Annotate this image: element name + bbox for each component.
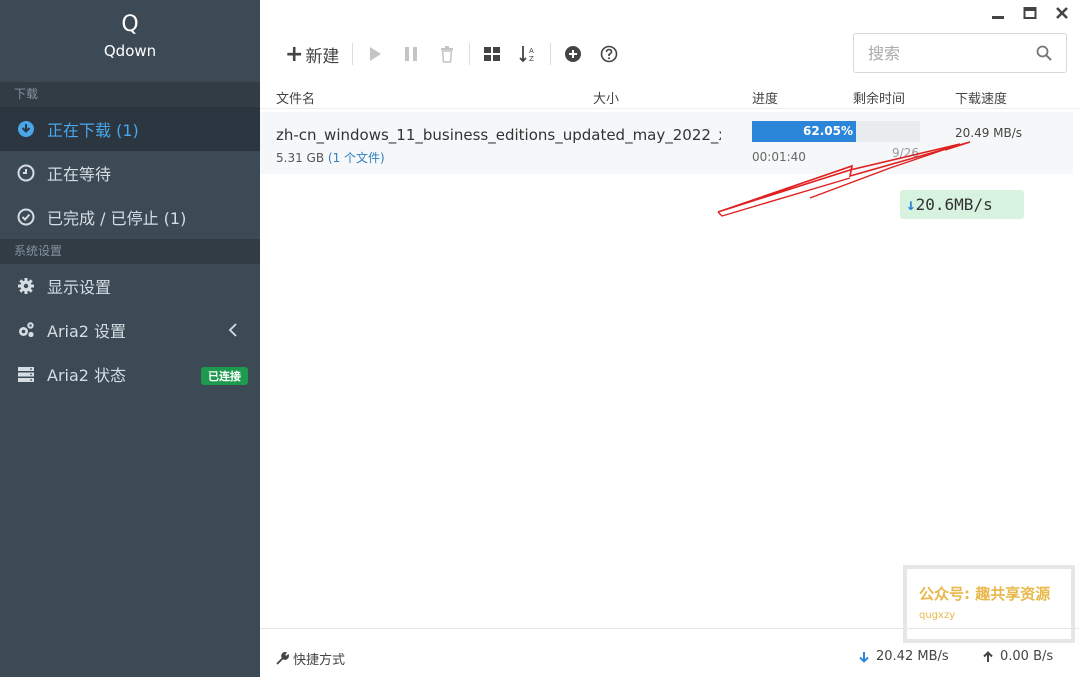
column-remaining[interactable]: 剩余时间 — [853, 88, 905, 107]
column-name[interactable]: 文件名 — [276, 88, 315, 107]
total-download-speed-value: 20.42 MB/s — [876, 649, 949, 664]
plus-circle-icon — [565, 46, 582, 62]
download-circle-icon — [16, 119, 36, 139]
select-all-button[interactable] — [474, 37, 510, 71]
speed-overlay-value: 20.6MB/s — [915, 195, 993, 214]
section-header-settings: 系统设置 — [0, 239, 260, 264]
search-icon — [1036, 45, 1052, 61]
section-header-download: 下载 — [0, 82, 260, 107]
logo-letter: Q — [121, 12, 139, 37]
trash-icon — [441, 46, 454, 63]
arrow-up-icon — [983, 650, 993, 662]
app-window: Q Qdown 下载 正在下载 (1) 正在等待 已完成 / 已停止 (1) 系… — [0, 0, 1079, 677]
watermark-sub: qugxzy — [919, 610, 956, 621]
toolbar-divider — [352, 43, 354, 65]
pause-icon — [405, 47, 418, 61]
toolbar: + 新建 AZ — [276, 36, 627, 72]
total-download-speed: 20.42 MB/s — [858, 649, 949, 664]
grid-icon — [484, 47, 501, 61]
sidebar-item-label: 正在下载 (1) — [47, 121, 139, 140]
svg-text:Z: Z — [529, 55, 534, 63]
app-name: Qdown — [103, 42, 157, 60]
server-icon — [16, 364, 36, 384]
status-bar: 快捷方式 20.42 MB/s 0.00 B/s — [260, 628, 1079, 677]
total-upload-speed-value: 0.00 B/s — [1000, 649, 1054, 664]
sidebar-item-label: 正在等待 — [47, 165, 112, 184]
play-icon — [370, 47, 382, 61]
search-input[interactable] — [854, 35, 1024, 71]
task-file-name: zh-cn_windows_11_business_editions_updat… — [276, 126, 721, 144]
wrench-icon — [276, 652, 289, 665]
search-button[interactable] — [1024, 34, 1064, 72]
task-size-value: 5.31 GB — [276, 151, 325, 165]
close-button[interactable] — [1053, 4, 1071, 22]
task-file-count-link[interactable]: (1 个文件) — [328, 151, 385, 165]
sidebar-item-aria2-settings[interactable]: Aria2 设置 — [0, 308, 260, 352]
check-circle-icon — [16, 207, 36, 227]
column-speed[interactable]: 下载速度 — [955, 88, 1007, 107]
pause-button[interactable] — [393, 37, 429, 71]
task-list-header: 文件名 大小 进度 剩余时间 下载速度 — [260, 84, 1079, 109]
column-size[interactable]: 大小 — [593, 88, 619, 107]
search-box — [853, 33, 1067, 73]
sidebar-item-aria2-status[interactable]: Aria2 状态 已连接 — [0, 352, 260, 396]
sidebar-item-label: Aria2 状态 — [47, 366, 127, 385]
app-logo: Q Qdown — [0, 0, 260, 82]
gear-icon — [16, 276, 36, 296]
speed-overlay-tag: ↓20.6MB/s — [900, 190, 1024, 219]
sidebar: Q Qdown 下载 正在下载 (1) 正在等待 已完成 / 已停止 (1) 系… — [0, 0, 260, 677]
main-panel: + 新建 AZ 搜索 文件名 大小 进度 剩余时间 下载速度 zh-cn_win… — [260, 0, 1079, 677]
maximize-button[interactable] — [1021, 4, 1039, 22]
arrow-down-icon — [859, 651, 869, 663]
chevron-left-icon[interactable] — [228, 322, 238, 338]
sidebar-item-downloading[interactable]: 正在下载 (1) — [0, 107, 260, 151]
watermark-title: 公众号: 趣共享资源 — [919, 585, 1051, 603]
plus-icon: + — [285, 41, 304, 67]
toolbar-divider — [469, 43, 471, 65]
gears-icon — [16, 320, 36, 340]
sort-az-icon: AZ — [519, 46, 534, 63]
new-task-label: 新建 — [305, 46, 340, 67]
svg-text:A: A — [529, 47, 534, 55]
help-button[interactable] — [591, 37, 627, 71]
question-circle-icon — [601, 45, 618, 63]
new-task-button[interactable]: + 新建 — [276, 37, 348, 71]
minimize-button[interactable] — [989, 4, 1007, 22]
sort-button[interactable]: AZ — [510, 37, 546, 71]
connected-badge: 已连接 — [201, 367, 248, 385]
sidebar-item-stopped[interactable]: 已完成 / 已停止 (1) — [0, 195, 260, 239]
sidebar-item-label: 已完成 / 已停止 (1) — [47, 209, 187, 228]
add-button[interactable] — [555, 37, 591, 71]
sidebar-item-display-settings[interactable]: 显示设置 — [0, 264, 260, 308]
sidebar-item-label: 显示设置 — [47, 278, 112, 297]
toolbar-divider — [550, 43, 552, 65]
total-upload-speed: 0.00 B/s — [982, 649, 1053, 664]
arrow-down-icon: ↓ — [906, 195, 916, 214]
window-controls — [989, 4, 1071, 22]
sidebar-item-label: Aria2 设置 — [47, 322, 127, 341]
sidebar-item-waiting[interactable]: 正在等待 — [0, 151, 260, 195]
resume-button[interactable] — [357, 37, 393, 71]
column-progress[interactable]: 进度 — [752, 88, 778, 107]
task-size: 5.31 GB (1 个文件) — [276, 149, 385, 166]
delete-button[interactable] — [429, 37, 465, 71]
clock-icon — [16, 163, 36, 183]
shortcut-button[interactable]: 快捷方式 — [276, 649, 345, 668]
shortcut-label: 快捷方式 — [293, 653, 346, 668]
